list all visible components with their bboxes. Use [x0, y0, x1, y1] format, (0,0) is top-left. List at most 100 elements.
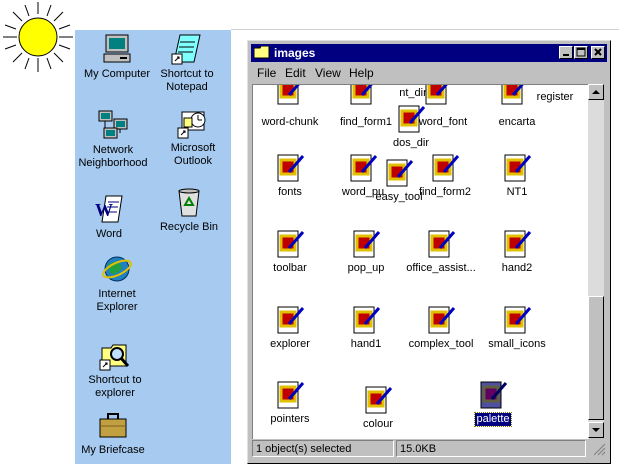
close-button[interactable]: [591, 46, 605, 59]
svg-text:W: W: [95, 200, 113, 220]
desktop-icon-network[interactable]: Network Neighborhood: [73, 108, 153, 170]
image-file-icon: [398, 105, 426, 133]
image-file-icon: [365, 386, 393, 414]
desktop-icon-label: Network Neighborhood: [78, 144, 148, 169]
desktop-icon-notepad-shortcut[interactable]: Shortcut to Notepad: [147, 32, 227, 94]
file-label: hand1: [350, 338, 382, 350]
image-file-icon-selected: [480, 381, 508, 409]
file-label: word-chunk: [261, 116, 319, 128]
file-label: register: [536, 91, 574, 103]
arrow-down-icon: [592, 428, 600, 432]
file-label: hand2: [501, 262, 533, 274]
file-hand2[interactable]: hand2: [475, 228, 559, 275]
desktop-icon-my-computer[interactable]: My Computer: [77, 32, 157, 81]
recycle-bin-icon: [178, 188, 200, 217]
my-computer-icon: [103, 34, 131, 63]
minimize-icon: [563, 54, 569, 56]
word-icon: W: [95, 195, 123, 223]
file-word-chunk[interactable]: word-chunk: [253, 116, 332, 129]
desktop-icon-label: Shortcut to Notepad: [160, 68, 214, 93]
title-bar[interactable]: images: [251, 44, 607, 62]
file-pop-up[interactable]: pop_up: [324, 228, 408, 275]
file-label: pointers: [270, 413, 310, 425]
desktop-icon-label: Word: [95, 228, 123, 240]
folder-icon: [254, 46, 270, 59]
file-palette[interactable]: palette: [451, 379, 535, 427]
menu-file[interactable]: File: [257, 66, 276, 80]
vertical-scrollbar[interactable]: [588, 84, 604, 438]
desktop: My Computer Shortcut to Notepad Network …: [75, 30, 231, 464]
desktop-icon-recycle-bin[interactable]: Recycle Bin: [149, 185, 229, 234]
file-icon-item[interactable]: [253, 85, 332, 109]
file-label: colour: [363, 418, 393, 430]
explorer-shortcut-icon: [99, 344, 130, 371]
file-label: easy_tool: [375, 191, 423, 203]
image-file-icon: [504, 154, 532, 182]
desktop-icon-label: My Briefcase: [81, 444, 145, 456]
status-bar: 1 object(s) selected 15.0KB: [252, 440, 606, 458]
file-label: NT1: [506, 186, 528, 198]
file-complex-tool[interactable]: complex_tool: [399, 304, 483, 351]
menu-bar: File Edit View Help: [251, 64, 607, 82]
desktop-icon-internet-explorer[interactable]: Internet Explorer: [77, 252, 157, 314]
menu-help[interactable]: Help: [349, 66, 374, 80]
arrow-up-icon: [592, 90, 600, 94]
file-easy-tool[interactable]: easy_tool: [357, 157, 441, 204]
desktop-icon-label: My Computer: [83, 68, 151, 80]
desktop-icon-explorer-shortcut[interactable]: Shortcut to explorer: [75, 338, 155, 400]
outlook-icon: [177, 111, 206, 139]
image-file-icon: [277, 85, 300, 105]
image-file-icon: [277, 154, 305, 182]
file-small-icons[interactable]: small_icons: [475, 304, 559, 351]
file-fonts[interactable]: fonts: [253, 152, 332, 199]
file-encarta[interactable]: encarta: [475, 116, 559, 129]
file-label: pop_up: [347, 262, 385, 274]
notepad-shortcut-icon: [171, 34, 201, 65]
file-office-assist[interactable]: office_assist...: [399, 228, 483, 275]
image-file-icon: [277, 306, 305, 334]
file-dos-dir[interactable]: dos_dir: [369, 103, 453, 150]
scroll-thumb[interactable]: [588, 296, 604, 420]
maximize-button[interactable]: [574, 46, 588, 59]
image-file-icon: [353, 306, 381, 334]
maximize-icon: [576, 47, 586, 57]
desktop-icon-label: Internet Explorer: [96, 288, 138, 313]
file-register[interactable]: register: [515, 91, 589, 104]
file-nt1[interactable]: NT1: [475, 152, 559, 199]
status-size: 15.0KB: [396, 440, 586, 457]
file-hand1[interactable]: hand1: [324, 304, 408, 351]
file-label: complex_tool: [408, 338, 474, 350]
window-title: images: [274, 46, 316, 60]
desktop-icon-word[interactable]: W Word: [69, 192, 149, 241]
file-label: palette: [474, 412, 512, 427]
file-list: nt_dir register word-chunk find_form1 wo…: [252, 84, 589, 439]
file-colour[interactable]: colour: [336, 384, 420, 431]
image-file-icon: [504, 230, 532, 258]
file-explorer[interactable]: explorer: [253, 304, 332, 351]
image-file-icon: [277, 381, 305, 409]
image-file-icon: [504, 306, 532, 334]
image-file-icon: [277, 230, 305, 258]
close-icon: [594, 48, 602, 56]
scroll-down-button[interactable]: [588, 422, 604, 438]
sun-icon: [3, 2, 73, 72]
minimize-button[interactable]: [559, 46, 573, 59]
divider-line: [231, 29, 619, 30]
image-file-icon: [428, 230, 456, 258]
file-label: explorer: [270, 338, 310, 350]
image-file-icon: [428, 306, 456, 334]
desktop-icon-briefcase[interactable]: My Briefcase: [73, 408, 153, 457]
file-pointers[interactable]: pointers: [253, 379, 332, 426]
file-toolbar[interactable]: toolbar: [253, 228, 332, 275]
menu-edit[interactable]: Edit: [285, 66, 306, 80]
file-label: fonts: [278, 186, 302, 198]
briefcase-icon: [99, 413, 127, 438]
scroll-up-button[interactable]: [588, 84, 604, 100]
network-neighborhood-icon: [98, 110, 128, 139]
menu-view[interactable]: View: [315, 66, 341, 80]
desktop-icon-outlook[interactable]: Microsoft Outlook: [153, 106, 233, 168]
internet-explorer-icon: [102, 256, 132, 282]
desktop-icon-label: Recycle Bin: [159, 221, 219, 233]
status-selection: 1 object(s) selected: [252, 440, 394, 457]
resize-grip-icon[interactable]: [593, 443, 606, 456]
